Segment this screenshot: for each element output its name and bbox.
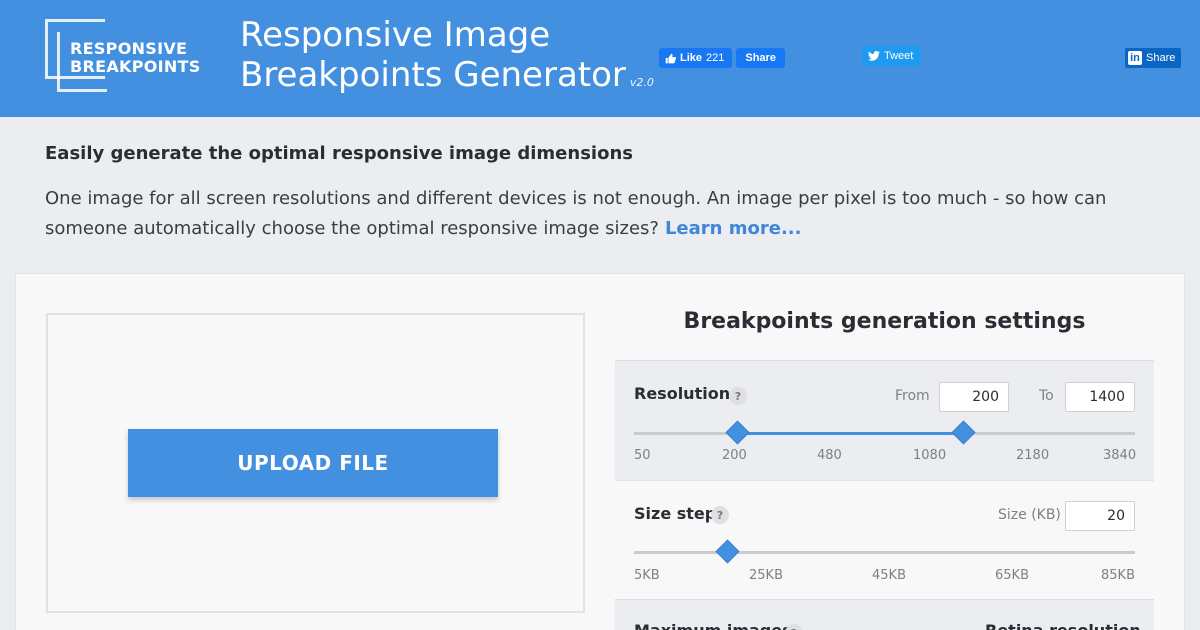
facebook-share-button[interactable]: Share xyxy=(736,48,785,68)
resolution-tick: 3840 xyxy=(1103,448,1137,463)
resolution-to-handle[interactable] xyxy=(951,420,976,445)
settings-title: Breakpoints generation settings xyxy=(683,309,1086,334)
size-step-tick: 45KB xyxy=(872,568,906,583)
intro-heading: Easily generate the optimal responsive i… xyxy=(45,143,633,164)
to-label: To xyxy=(1039,388,1054,404)
resolution-help-icon[interactable]: ? xyxy=(729,387,747,405)
size-step-input[interactable] xyxy=(1065,501,1135,531)
resolution-tick: 50 xyxy=(634,448,651,463)
size-step-setting: Size step ? Size (KB) 5KB 25KB 45KB 65KB… xyxy=(615,480,1154,599)
size-step-help-icon[interactable]: ? xyxy=(711,506,729,524)
logo[interactable]: RESPONSIVE BREAKPOINTS xyxy=(45,19,205,94)
facebook-like-button[interactable]: Like 221 xyxy=(659,48,733,68)
size-step-slider-track[interactable] xyxy=(634,551,1135,554)
linkedin-share-button[interactable]: in Share xyxy=(1125,48,1182,68)
retina-resolution-label[interactable]: Retina resolution xyxy=(985,621,1141,630)
version-label: v2.0 xyxy=(629,76,654,89)
max-images-setting: Maximum images ? Retina resolution xyxy=(615,599,1154,630)
tweet-label: Tweet xyxy=(884,50,914,62)
from-label: From xyxy=(895,388,930,404)
resolution-tick: 1080 xyxy=(913,448,947,463)
intro-text: One image for all screen resolutions and… xyxy=(45,188,1107,239)
resolution-to-input[interactable] xyxy=(1065,382,1135,412)
resolution-slider-range xyxy=(738,432,964,435)
max-images-help-icon[interactable]: ? xyxy=(785,624,803,630)
twitter-bird-icon xyxy=(868,51,880,61)
size-step-tick: 65KB xyxy=(995,568,1029,583)
resolution-from-handle[interactable] xyxy=(725,420,750,445)
thumbs-up-icon xyxy=(665,53,676,63)
logo-text-line1: RESPONSIVE xyxy=(70,39,188,58)
size-step-tick: 25KB xyxy=(749,568,783,583)
max-images-label: Maximum images xyxy=(634,621,792,630)
tweet-button[interactable]: Tweet xyxy=(862,46,922,66)
resolution-label: Resolution xyxy=(634,384,731,403)
header-bar: RESPONSIVE BREAKPOINTS Responsive Image … xyxy=(0,0,1200,117)
resolution-from-input[interactable] xyxy=(939,382,1009,412)
size-step-label: Size step xyxy=(634,504,717,523)
title-line1: Responsive Image xyxy=(240,15,551,55)
resolution-tick: 480 xyxy=(817,448,842,463)
intro-paragraph: One image for all screen resolutions and… xyxy=(45,184,1155,244)
linkedin-icon: in xyxy=(1128,51,1142,65)
facebook-buttons: Like 221 Share xyxy=(659,48,785,68)
facebook-like-count: 221 xyxy=(706,52,725,64)
resolution-tick: 2180 xyxy=(1016,448,1050,463)
resolution-tick: 200 xyxy=(722,448,747,463)
upload-file-button[interactable]: UPLOAD FILE xyxy=(128,429,498,497)
title-line2: Breakpoints Generator v2.0 xyxy=(240,55,654,103)
page-title: Responsive Image Breakpoints Generator v2… xyxy=(240,15,654,103)
logo-text-line2: BREAKPOINTS xyxy=(70,57,201,76)
size-step-tick: 85KB xyxy=(1101,568,1135,583)
size-step-tick: 5KB xyxy=(634,568,660,583)
linkedin-share-label: Share xyxy=(1146,52,1176,64)
size-step-handle[interactable] xyxy=(715,539,740,564)
resolution-setting: Resolution ? From To 50 200 480 1080 218… xyxy=(615,360,1154,480)
title-line2-text: Breakpoints Generator xyxy=(240,55,626,95)
facebook-like-label: Like xyxy=(680,52,703,64)
learn-more-link[interactable]: Learn more... xyxy=(665,218,802,239)
size-kb-label: Size (KB) xyxy=(998,507,1061,523)
